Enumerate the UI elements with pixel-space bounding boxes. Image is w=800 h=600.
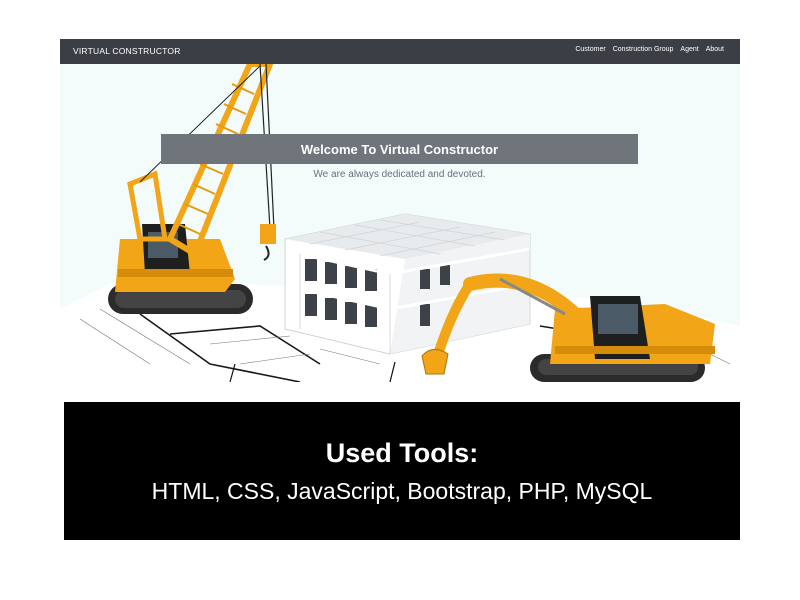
used-tools-list: HTML, CSS, JavaScript, Bootstrap, PHP, M…	[151, 478, 653, 504]
welcome-title: Welcome To Virtual Constructor	[300, 141, 499, 157]
hero-illustration	[60, 64, 740, 382]
crane-illustration	[108, 64, 276, 314]
nav-link-about[interactable]: About	[706, 46, 724, 53]
nav-link-agent[interactable]: Agent	[680, 46, 698, 53]
brand-link[interactable]: VIRTUAL CONSTRUCTOR	[73, 46, 181, 56]
welcome-banner: Welcome To Virtual Constructor	[161, 134, 638, 164]
hero-section: Welcome To Virtual Constructor We are al…	[60, 64, 740, 382]
nav-link-construction-group[interactable]: Construction Group	[613, 46, 674, 53]
navbar: VIRTUAL CONSTRUCTOR Customer Constructio…	[60, 39, 740, 64]
nav-links: Customer Construction Group Agent About	[575, 46, 724, 53]
hero-tagline: We are always dedicated and devoted.	[313, 169, 486, 180]
used-tools-heading: Used Tools:	[325, 438, 479, 468]
nav-link-customer[interactable]: Customer	[575, 46, 605, 53]
website-screenshot: VIRTUAL CONSTRUCTOR Customer Constructio…	[60, 39, 740, 382]
used-tools-panel: Used Tools: HTML, CSS, JavaScript, Boots…	[64, 402, 740, 540]
